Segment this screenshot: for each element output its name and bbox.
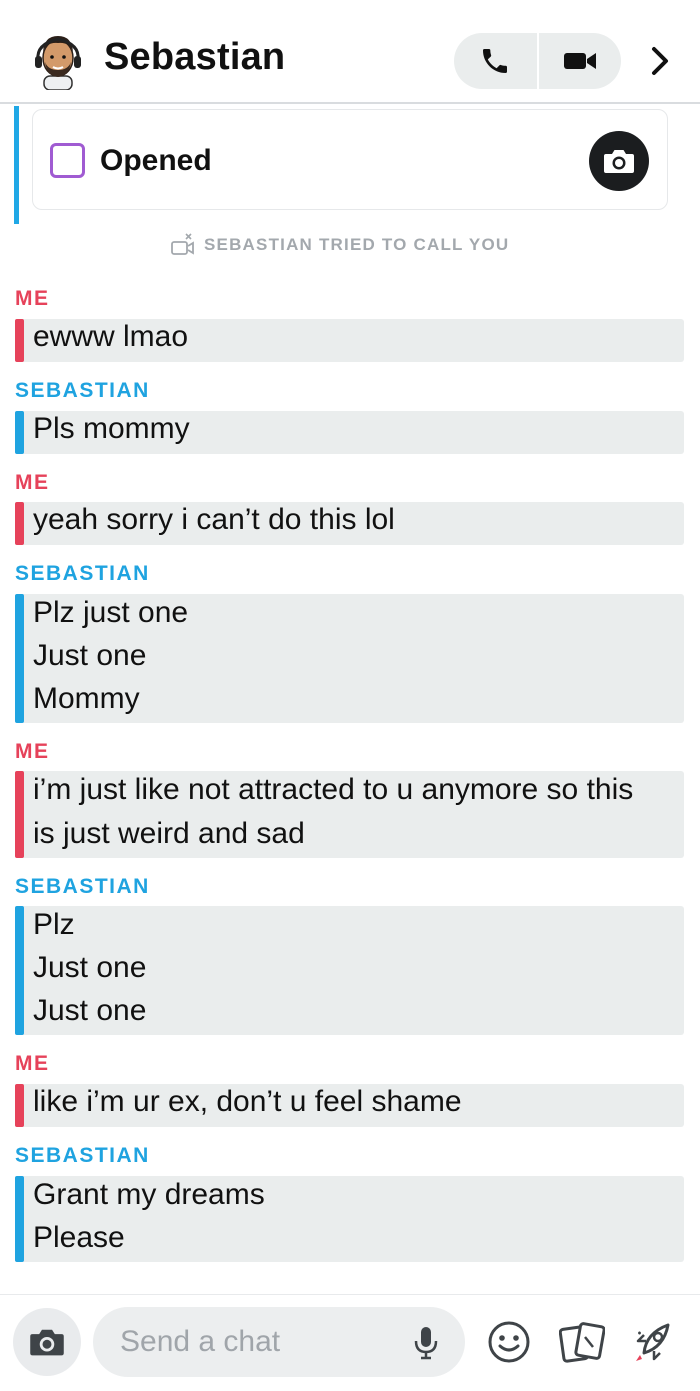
chevron-right-icon: [652, 47, 668, 75]
camera-icon: [604, 150, 634, 173]
message-accent-bar: [15, 1084, 24, 1127]
cards-icon: [558, 1322, 606, 1363]
opened-label: Opened: [100, 144, 212, 177]
camera-icon: [30, 1329, 64, 1356]
microphone-button[interactable]: [411, 1325, 441, 1361]
message-text: Pls mommy: [33, 412, 190, 445]
missed-call-text: SEBASTIAN TRIED TO CALL YOU: [204, 235, 510, 254]
stickers-button[interactable]: [558, 1319, 606, 1365]
bitmoji-avatar-icon: [35, 36, 81, 91]
message-bubble[interactable]: Plz Just one Just one: [15, 906, 684, 1035]
avatar[interactable]: [30, 30, 86, 91]
sender-label: ME: [15, 740, 50, 763]
missed-call-notice: SEBASTIAN TRIED TO CALL YOU: [170, 230, 509, 260]
message-bubble[interactable]: like i’m ur ex, don’t u feel shame: [15, 1084, 684, 1127]
sender-label: SEBASTIAN: [15, 562, 150, 585]
message-bubble[interactable]: i’m just like not attracted to u anymore…: [15, 771, 684, 858]
games-button[interactable]: [632, 1319, 678, 1365]
emoji-button[interactable]: [486, 1319, 532, 1365]
message-text: i’m just like not attracted to u anymore…: [33, 773, 634, 806]
message-accent-bar: [15, 906, 24, 1035]
video-call-button[interactable]: [539, 33, 622, 89]
message-text: Plz: [33, 908, 75, 941]
message-text: Grant my dreams: [33, 1178, 265, 1211]
message-text: Just one: [33, 639, 147, 672]
chat-input-box: [93, 1307, 465, 1377]
sebastian-accent-bar: [14, 106, 19, 224]
message-text: like i’m ur ex, don’t u feel shame: [33, 1085, 462, 1118]
sender-label: ME: [15, 1052, 50, 1075]
sender-label: ME: [15, 471, 50, 494]
message-accent-bar: [15, 594, 24, 723]
message-text: Plz just one: [33, 596, 189, 629]
contact-name[interactable]: Sebastian: [104, 36, 285, 79]
video-camera-icon: [563, 53, 596, 69]
sender-label: SEBASTIAN: [15, 379, 150, 402]
message-text: ewww lmao: [33, 320, 189, 353]
message-bubble[interactable]: Pls mommy: [15, 411, 684, 454]
opened-status-icon: [50, 143, 85, 178]
message-text: Mommy: [33, 682, 140, 715]
message-bubble[interactable]: Plz just one Just one Mommy: [15, 594, 684, 723]
message-bubble[interactable]: yeah sorry i can’t do this lol: [15, 502, 684, 545]
sender-label: ME: [15, 287, 50, 310]
message-bubble[interactable]: ewww lmao: [15, 319, 684, 362]
reply-camera-button[interactable]: [589, 131, 649, 191]
camera-button[interactable]: [13, 1308, 81, 1376]
rocket-icon: [636, 1323, 670, 1361]
chat-input[interactable]: [120, 1319, 410, 1365]
message-text: Please: [33, 1221, 125, 1254]
voice-call-button[interactable]: [454, 33, 537, 89]
more-button[interactable]: [644, 41, 676, 81]
message-bubble[interactable]: Grant my dreams Please: [15, 1176, 684, 1262]
message-accent-bar: [15, 771, 24, 858]
composer-bar: [0, 1294, 700, 1391]
message-text: is just weird and sad: [33, 817, 305, 850]
message-accent-bar: [15, 1176, 24, 1262]
chat-header: Sebastian: [0, 0, 700, 104]
sender-label: SEBASTIAN: [15, 1144, 150, 1167]
smiley-icon: [488, 1321, 530, 1363]
sender-label: SEBASTIAN: [15, 875, 150, 898]
message-text: yeah sorry i can’t do this lol: [33, 503, 395, 536]
message-text: Just one: [33, 994, 147, 1027]
message-accent-bar: [15, 502, 24, 545]
message-text: Just one: [33, 951, 147, 984]
message-accent-bar: [15, 319, 24, 362]
phone-icon: [483, 49, 508, 73]
call-controls: [454, 33, 621, 89]
microphone-icon: [414, 1327, 438, 1360]
opened-snap-card[interactable]: Opened: [32, 109, 668, 210]
missed-video-call-icon: [171, 233, 194, 255]
message-accent-bar: [15, 411, 24, 454]
